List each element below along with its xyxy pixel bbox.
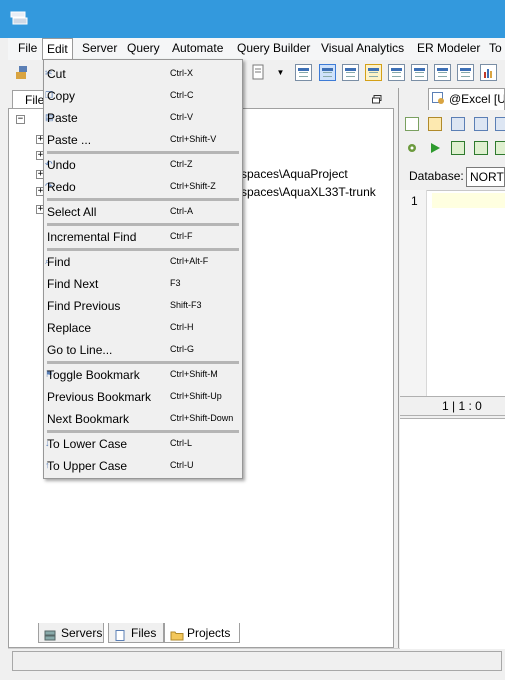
- cursor-position: 1 | 1 : 0: [442, 399, 482, 413]
- menu-item-paste-special[interactable]: Paste ... Ctrl+Shift-V: [45, 129, 241, 151]
- menu-server[interactable]: Server: [82, 41, 117, 55]
- menu-tools[interactable]: To: [489, 41, 502, 55]
- menu-automate[interactable]: Automate: [172, 41, 223, 55]
- servers-icon: [44, 627, 56, 641]
- menu-file[interactable]: File: [18, 41, 37, 55]
- save-all-icon[interactable]: [495, 117, 505, 131]
- menu-query[interactable]: Query: [127, 41, 160, 55]
- menu-item-previous-bookmark[interactable]: Previous Bookmark Ctrl+Shift-Up: [45, 386, 241, 408]
- new-query-icon[interactable]: [405, 117, 419, 131]
- toolbar-table-icon[interactable]: [388, 64, 405, 81]
- menu-item-to-upper-case[interactable]: ↑ To Upper Case Ctrl-U: [45, 455, 241, 477]
- menu-item-paste[interactable]: ▤ Paste Ctrl-V: [45, 107, 241, 129]
- line-number: 1: [411, 194, 418, 208]
- tree-item-label[interactable]: spaces\AquaXL33T-trunk: [241, 185, 376, 199]
- menu-item-find-previous[interactable]: Find Previous Shift-F3: [45, 295, 241, 317]
- menu-item-replace[interactable]: Replace Ctrl-H: [45, 317, 241, 339]
- tab-files[interactable]: File: [12, 90, 46, 108]
- menu-item-toggle-bookmark[interactable]: ⚑ Toggle Bookmark Ctrl+Shift-M: [45, 364, 241, 386]
- restore-window-icon[interactable]: [372, 93, 382, 104]
- save-icon[interactable]: [451, 117, 465, 131]
- tree-collapse-icon[interactable]: −: [16, 115, 25, 124]
- toolbar-highlight-icon[interactable]: [365, 64, 382, 81]
- menu-item-select-all[interactable]: Select All Ctrl-A: [45, 201, 241, 223]
- save-as-icon[interactable]: [474, 117, 488, 131]
- menu-query-builder[interactable]: Query Builder: [237, 41, 310, 55]
- menu-item-find-next[interactable]: Find Next F3: [45, 273, 241, 295]
- status-field: [12, 651, 502, 671]
- tab-projects-label: Projects: [187, 626, 231, 640]
- tab-files-label: Files: [131, 626, 157, 640]
- menu-item-to-lower-case[interactable]: ↓ To Lower Case Ctrl-L: [45, 433, 241, 455]
- settings-icon[interactable]: [405, 141, 419, 155]
- execute-current-icon[interactable]: [451, 141, 465, 155]
- database-select[interactable]: NORTH: [466, 167, 505, 187]
- toolbar-split-icon[interactable]: [457, 64, 474, 81]
- menu-bar: File Edit Server Query Automate Query Bu…: [8, 38, 505, 61]
- tab-files-bottom[interactable]: Files: [108, 623, 164, 643]
- tab-servers-label: Servers: [61, 626, 103, 640]
- menu-item-incremental-find[interactable]: Incremental Find Ctrl-F: [45, 226, 241, 248]
- menu-visual-analytics[interactable]: Visual Analytics: [321, 41, 404, 55]
- toolbar-view-icon[interactable]: [295, 64, 312, 81]
- results-area: [400, 418, 505, 649]
- toolbar-chart-icon[interactable]: [480, 64, 497, 81]
- sql-editor-icon: [432, 92, 446, 105]
- toolbar-layout-icon[interactable]: [342, 64, 359, 81]
- menu-edit[interactable]: Edit: [42, 38, 73, 61]
- app-icon: [10, 10, 28, 26]
- edit-menu-dropdown: ✂ Cut Ctrl-X ❐ Copy Ctrl-C ▤ Paste Ctrl-…: [43, 59, 243, 479]
- execute-selection-icon[interactable]: [474, 141, 488, 155]
- projects-icon: [170, 627, 184, 641]
- toolbar-form-icon[interactable]: [411, 64, 428, 81]
- menu-item-copy[interactable]: ❐ Copy Ctrl-C: [45, 85, 241, 107]
- tree-item-label[interactable]: spaces\AquaProject: [241, 167, 348, 181]
- toolbar-tool-icon[interactable]: [14, 64, 31, 81]
- tab-servers[interactable]: Servers: [38, 623, 104, 643]
- toolbar-dropdown-arrow-icon[interactable]: ▼: [272, 64, 289, 81]
- window-title-bar[interactable]: [0, 0, 505, 36]
- menu-item-next-bookmark[interactable]: Next Bookmark Ctrl+Shift-Down: [45, 408, 241, 430]
- toolbar-grid-view-icon[interactable]: [319, 64, 336, 81]
- menu-item-undo[interactable]: ↶ Undo Ctrl-Z: [45, 154, 241, 176]
- menu-item-go-to-line[interactable]: Go to Line... Ctrl-G: [45, 339, 241, 361]
- menu-item-find[interactable]: ⌕ Find Ctrl+Alt-F: [45, 251, 241, 273]
- open-file-icon[interactable]: [428, 117, 442, 131]
- menu-item-redo[interactable]: ↷ Redo Ctrl+Shift-Z: [45, 176, 241, 198]
- explain-plan-icon[interactable]: [495, 141, 505, 155]
- toolbar-panel-icon[interactable]: [434, 64, 451, 81]
- menu-item-cut[interactable]: ✂ Cut Ctrl-X: [45, 63, 241, 85]
- line-number-gutter: [400, 190, 427, 396]
- execute-icon[interactable]: [428, 141, 442, 155]
- toolbar-document-icon[interactable]: [250, 64, 267, 81]
- tab-projects[interactable]: Projects: [164, 623, 240, 643]
- database-label: Database:: [409, 169, 464, 183]
- current-line-highlight: [432, 193, 505, 208]
- menu-er-modeler[interactable]: ER Modeler: [417, 41, 480, 55]
- files-icon: [114, 627, 126, 641]
